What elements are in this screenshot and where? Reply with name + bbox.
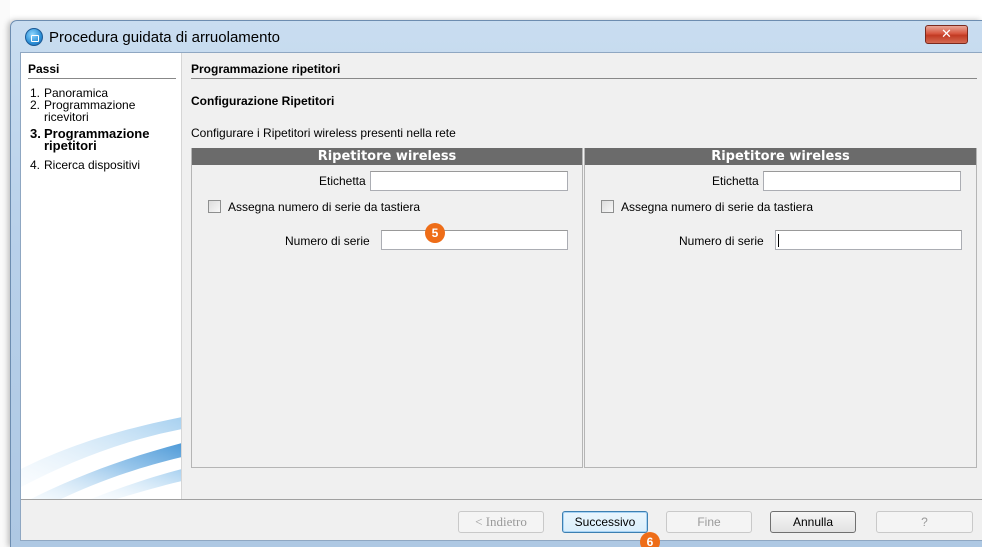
next-button[interactable]: Successivo (562, 511, 648, 533)
panel-header: Ripetitore wireless (192, 148, 582, 165)
step-label: Ricerca dispositivi (44, 158, 141, 172)
steps-title: Passi (28, 62, 176, 79)
step-number: 3. (30, 126, 41, 141)
title-bar[interactable]: Procedura guidata di arruolamento ✕ (11, 21, 982, 53)
wizard-window: Procedura guidata di arruolamento ✕ Pass… (10, 20, 982, 547)
section-description: Configurare i Ripetitori wireless presen… (191, 126, 456, 140)
label-input[interactable] (763, 171, 961, 191)
lock-app-icon (25, 28, 43, 46)
step-marker-6: 6 (640, 532, 660, 547)
help-button[interactable]: ? (876, 511, 973, 533)
serial-keyboard-checkbox[interactable] (601, 200, 614, 213)
step-item-ricerca-dispositivi: 4. Ricerca dispositivi (30, 159, 164, 171)
step-label: Programmazione ricevitori (44, 98, 136, 124)
repeater-panel-1: Ripetitore wireless Etichetta Assegna nu… (191, 148, 583, 468)
serial-keyboard-checkbox[interactable] (208, 200, 221, 213)
footer-divider (21, 499, 982, 500)
step-marker-5: 5 (425, 223, 445, 243)
main-pane: Programmazione ripetitori Configurazione… (191, 53, 982, 499)
back-button[interactable]: < Indietro (458, 511, 544, 533)
serial-keyboard-checkbox-label: Assegna numero di serie da tastiera (228, 200, 421, 214)
close-button[interactable]: ✕ (925, 25, 968, 44)
label-field-label: Etichetta (319, 174, 366, 188)
step-item-programmazione-ricevitori: 2. Programmazione ricevitori (30, 99, 144, 123)
wizard-client-area: Passi 1. Panoramica 2. Programmazione rice… (20, 52, 982, 547)
serial-input-focused[interactable] (775, 230, 962, 250)
desktop-background (0, 0, 10, 547)
serial-keyboard-checkbox-label: Assegna numero di serie da tastiera (621, 200, 814, 214)
serial-input[interactable] (381, 230, 568, 250)
section-title: Configurazione Ripetitori (191, 94, 335, 108)
page-title: Programmazione ripetitori (191, 62, 977, 79)
repeater-panel-2: Ripetitore wireless Etichetta Assegna nu… (584, 148, 977, 468)
panel-header: Ripetitore wireless (585, 148, 976, 165)
label-field-label: Etichetta (712, 174, 759, 188)
serial-field-label: Numero di serie (679, 234, 764, 248)
step-item-programmazione-ripetitori: 3. Programmazione ripetitori (30, 126, 154, 153)
label-input[interactable] (370, 171, 568, 191)
finish-button[interactable]: Fine (666, 511, 752, 533)
step-number: 2. (30, 98, 41, 112)
steps-pane: Passi 1. Panoramica 2. Programmazione rice… (21, 53, 182, 499)
text-caret (778, 234, 779, 247)
window-title: Procedura guidata di arruolamento (49, 29, 280, 46)
decorative-swoosh-graphic (21, 417, 181, 499)
step-label: Programmazione ripetitori (44, 126, 150, 153)
cancel-button[interactable]: Annulla (770, 511, 856, 533)
step-number: 4. (30, 158, 41, 172)
serial-field-label: Numero di serie (285, 234, 370, 248)
